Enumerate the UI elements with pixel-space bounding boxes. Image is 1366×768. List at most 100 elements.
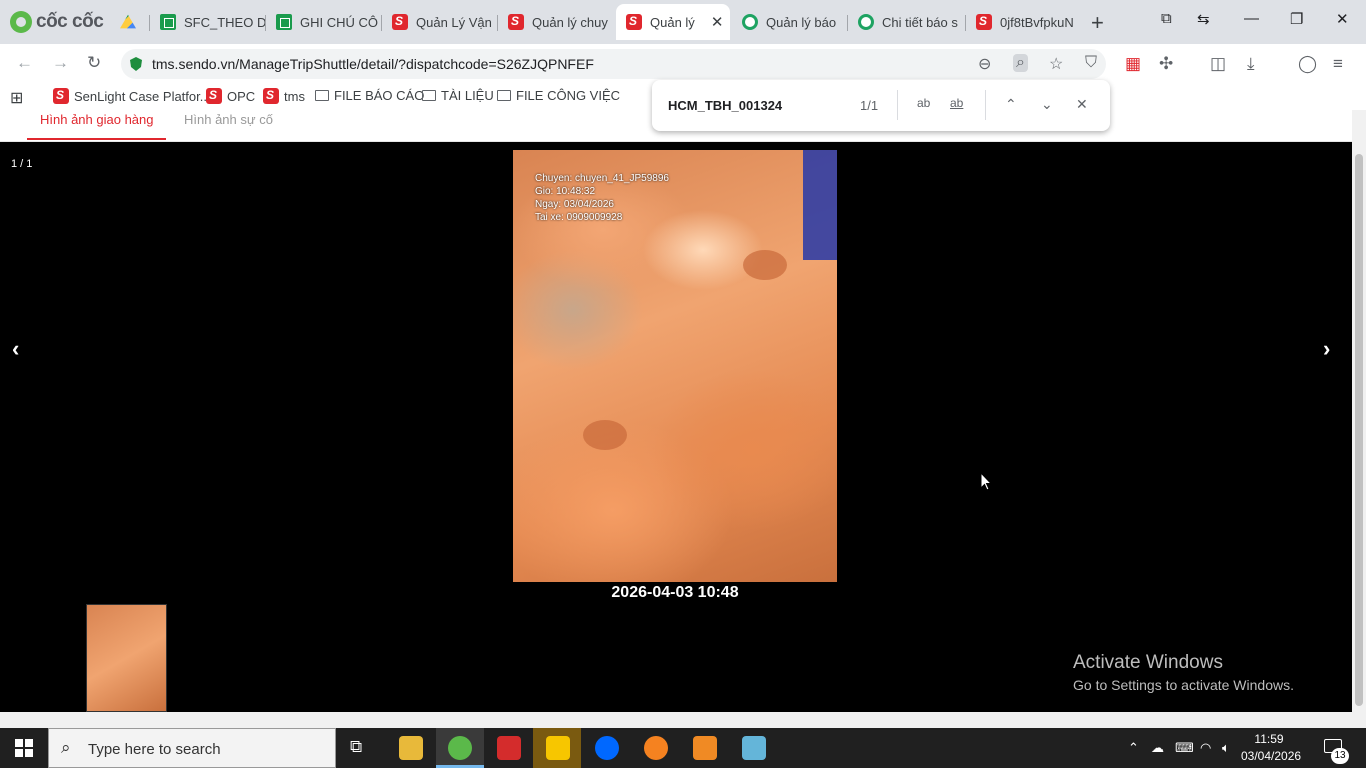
image-viewer: Hình ảnh giao hàng Hình ảnh sự cố ◌ ✕ 1 … bbox=[0, 110, 1366, 712]
ultraviewer-icon[interactable] bbox=[644, 736, 668, 760]
tab-title: Quản Lý Vận bbox=[416, 14, 492, 30]
tab-title: GHI CHÚ CÔ bbox=[300, 14, 378, 30]
bookmark-tms[interactable]: tms bbox=[263, 88, 305, 104]
green-s-icon bbox=[742, 14, 758, 30]
tab-4[interactable]: Quản lý chuy bbox=[498, 6, 614, 38]
profile-icon[interactable]: ◯ bbox=[1298, 54, 1317, 74]
find-in-page-bar: HCM_TBH_001324 1/1 ab ab ⌃ ⌄ ✕ bbox=[652, 80, 1110, 131]
browser-tab-strip: cốc cốc SFC_THEO D GHI CHÚ CÔ Quản Lý Vậ… bbox=[0, 0, 1366, 44]
close-tab-icon[interactable]: ✕ bbox=[711, 13, 724, 31]
file-explorer-icon[interactable] bbox=[399, 736, 423, 760]
folder-icon bbox=[497, 90, 511, 101]
bookmark-label: TÀI LIỆU bbox=[441, 88, 494, 103]
photo-detail bbox=[743, 250, 787, 280]
find-in-page-icon[interactable]: ⌕ bbox=[1013, 54, 1028, 72]
photo-caption: 2026-04-03 10:48 bbox=[611, 584, 739, 601]
tab-incident-images[interactable]: Hình ảnh sự cố bbox=[171, 112, 286, 140]
shield-icon[interactable]: ⛉ bbox=[1085, 54, 1097, 72]
bookmark-file-cong-viec[interactable]: FILE CÔNG VIỆC bbox=[497, 88, 620, 103]
tab-delivery-images[interactable]: Hình ảnh giao hàng bbox=[27, 112, 167, 140]
tab-search-icon[interactable]: ⧉ bbox=[1161, 10, 1172, 27]
tab-5-active[interactable]: Quản lý ✕ bbox=[616, 4, 730, 40]
clock-time: 11:59 bbox=[1254, 732, 1284, 746]
tab-0[interactable] bbox=[110, 6, 150, 38]
download-icon[interactable]: ⤓ bbox=[1247, 54, 1255, 74]
app-blue-icon[interactable] bbox=[742, 736, 766, 760]
wifi-icon[interactable]: ◠ bbox=[1200, 740, 1211, 756]
forward-arrow-icon[interactable]: → bbox=[52, 53, 69, 73]
find-input[interactable]: HCM_TBH_001324 bbox=[668, 98, 782, 113]
windows-start-icon[interactable] bbox=[15, 739, 33, 757]
onedrive-icon[interactable]: ☁ bbox=[1151, 740, 1164, 756]
scrollbar-thumb[interactable] bbox=[1355, 154, 1363, 706]
photo-thumbnail[interactable] bbox=[86, 604, 167, 712]
coccoc-taskbar-icon[interactable] bbox=[448, 736, 472, 760]
tab-7[interactable]: Chi tiết báo s bbox=[848, 6, 966, 38]
bookmark-tai-lieu[interactable]: TÀI LIỆU bbox=[422, 88, 494, 103]
bookmark-label: tms bbox=[284, 88, 305, 104]
bookmark-star-icon[interactable]: ☆ bbox=[1049, 54, 1063, 74]
close-window-icon[interactable]: ✕ bbox=[1336, 10, 1349, 28]
sticky-notes-icon[interactable] bbox=[546, 736, 570, 760]
match-case-toggle[interactable]: ab bbox=[917, 96, 930, 110]
app-orange-icon[interactable] bbox=[693, 736, 717, 760]
volume-icon[interactable]: 🔈︎ bbox=[1222, 740, 1230, 756]
stamp-date: Ngay: 03/04/2026 bbox=[535, 199, 614, 210]
taskbar-search-box[interactable]: ⌕ Type here to search bbox=[48, 728, 336, 768]
bookmark-file-bao-cao[interactable]: FILE BÁO CÁO bbox=[315, 88, 424, 103]
zalo-icon[interactable] bbox=[595, 736, 619, 760]
wps-office-icon[interactable] bbox=[497, 736, 521, 760]
browser-toolbar: ← → ↻ tms.sendo.vn/ManageTripShuttle/det… bbox=[0, 44, 1366, 84]
task-view-icon[interactable]: ⧉ bbox=[350, 737, 362, 757]
secure-lock-icon bbox=[130, 57, 142, 71]
input-method-icon[interactable]: ⌨ bbox=[1175, 740, 1194, 756]
tab-title: Chi tiết báo s bbox=[882, 14, 958, 30]
tray-chevron-icon[interactable]: ⌃ bbox=[1128, 740, 1139, 756]
bookmark-senlight[interactable]: SenLight Case Platfor... bbox=[53, 88, 211, 104]
extension-chart-icon[interactable]: ▦ bbox=[1125, 54, 1141, 74]
tab-3[interactable]: Quản Lý Vận bbox=[382, 6, 498, 38]
sendo-icon bbox=[976, 14, 992, 30]
back-history-icon[interactable]: ⇆ bbox=[1197, 10, 1210, 28]
sendo-icon bbox=[626, 14, 642, 30]
whole-word-toggle[interactable]: ab bbox=[950, 96, 963, 110]
address-bar[interactable]: tms.sendo.vn/ManageTripShuttle/detail/?d… bbox=[121, 49, 1106, 79]
page-scrollbar[interactable] bbox=[1352, 110, 1366, 712]
photo-timestamp-overlay: Chuyen: chuyen_41_JP59896 Gio: 10:48:32 … bbox=[535, 172, 669, 224]
browser-brand[interactable]: cốc cốc bbox=[10, 10, 104, 34]
tab-8[interactable]: 0jf8tBvfpkuN bbox=[966, 6, 1078, 38]
restore-icon[interactable]: ❐ bbox=[1290, 10, 1303, 28]
sendo-icon bbox=[53, 88, 69, 104]
stamp-time: Gio: 10:48:32 bbox=[535, 186, 596, 197]
tab-2[interactable]: GHI CHÚ CÔ bbox=[266, 6, 382, 38]
close-find-icon[interactable]: ✕ bbox=[1076, 96, 1088, 113]
photo-detail bbox=[583, 420, 627, 450]
notification-count-badge: 13 bbox=[1331, 748, 1349, 764]
find-next-icon[interactable]: ⌄ bbox=[1041, 96, 1053, 113]
apps-grid-icon[interactable]: ⊞ bbox=[10, 88, 23, 108]
tab-1[interactable]: SFC_THEO D bbox=[150, 6, 266, 38]
reload-icon[interactable]: ↻ bbox=[87, 53, 101, 73]
next-image-arrow-icon[interactable]: › bbox=[1323, 336, 1330, 362]
sheets-icon bbox=[276, 14, 292, 30]
url-text[interactable]: tms.sendo.vn/ManageTripShuttle/detail/?d… bbox=[152, 56, 594, 72]
prev-image-arrow-icon[interactable]: ‹ bbox=[12, 336, 19, 362]
rotate-icon[interactable]: ◌ bbox=[1255, 110, 1270, 135]
delivery-photo: Chuyen: chuyen_41_JP59896 Gio: 10:48:32 … bbox=[513, 150, 837, 582]
extensions-puzzle-icon[interactable]: ✣ bbox=[1159, 54, 1173, 74]
back-arrow-icon[interactable]: ← bbox=[16, 53, 33, 73]
folder-icon bbox=[315, 90, 329, 101]
tab-title: SFC_THEO D bbox=[184, 14, 266, 30]
menu-hamburger-icon[interactable]: ≡ bbox=[1333, 54, 1343, 74]
tab-6[interactable]: Quản lý báo bbox=[732, 6, 848, 38]
find-previous-icon[interactable]: ⌃ bbox=[1005, 96, 1017, 113]
taskbar-clock[interactable]: 11:59 03/04/2026 bbox=[1241, 731, 1301, 765]
zoom-out-icon[interactable]: ⊖ bbox=[978, 54, 991, 74]
sendo-icon bbox=[263, 88, 279, 104]
tab-title: Quản lý bbox=[650, 14, 695, 30]
split-view-icon[interactable]: ◫ bbox=[1210, 54, 1226, 74]
minimize-icon[interactable]: — bbox=[1244, 10, 1259, 27]
close-viewer-icon[interactable]: ✕ bbox=[1300, 110, 1322, 135]
new-tab-plus-icon[interactable]: + bbox=[1091, 10, 1104, 36]
bookmark-opc[interactable]: OPC bbox=[206, 88, 255, 104]
